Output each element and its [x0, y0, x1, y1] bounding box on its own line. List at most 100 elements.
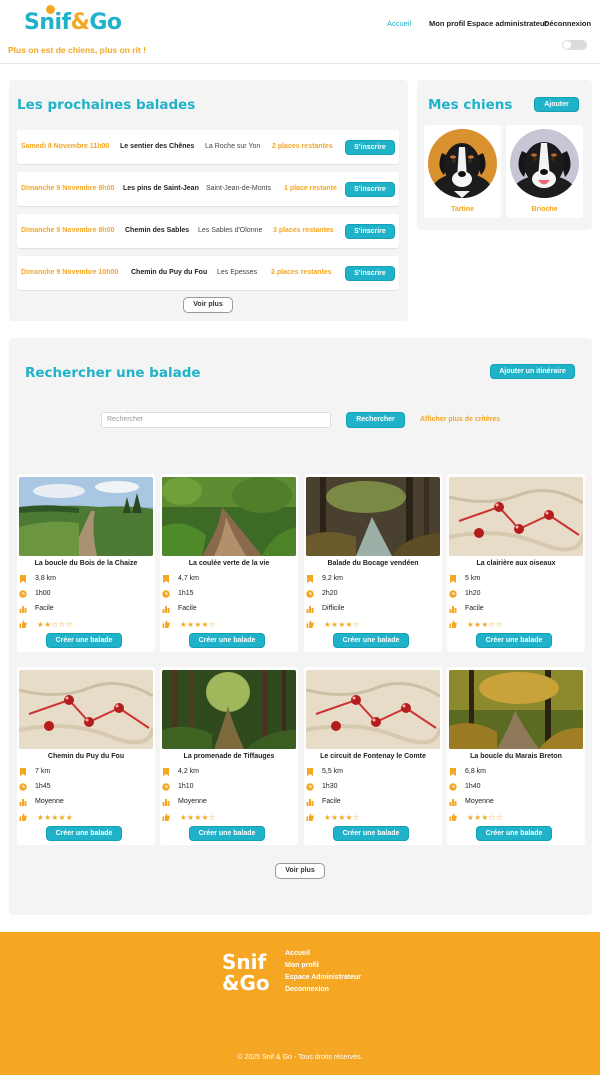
- walk-places: 3 places restantes: [273, 227, 334, 234]
- walk-city: La Roche sur Yon: [205, 143, 261, 150]
- search-button[interactable]: Rechercher: [346, 412, 405, 428]
- walk-card[interactable]: Chemin du Puy du Fou 7 km 1h45 Moyenne ★★★★★…: [17, 667, 155, 845]
- upcoming-more-button[interactable]: Voir plus: [183, 297, 233, 313]
- rating-stars: ★★★☆☆: [467, 620, 504, 629]
- nav-admin[interactable]: Espace administrateur: [467, 19, 547, 28]
- walk-card-title: La boucle du Bois de la Chaize: [34, 560, 138, 567]
- walk-card-image: [19, 477, 153, 556]
- difficulty-icon: [449, 799, 457, 806]
- walk-card-level-value: Facile: [35, 605, 54, 612]
- difficulty-icon: [19, 606, 27, 613]
- upcoming-title: Les prochaines balades: [17, 97, 196, 113]
- rating-stars: ★★★★☆: [180, 620, 217, 629]
- walk-card[interactable]: La boucle du Marais Breton 6,8 km 1h40 Moye…: [447, 667, 585, 845]
- footer-link-home[interactable]: Accueil: [285, 950, 310, 957]
- walk-city: Les Epesses: [217, 269, 258, 276]
- walk-card-duration-value: 2h20: [322, 590, 338, 597]
- create-walk-button[interactable]: Créer une balade: [46, 633, 122, 648]
- walk-card-level-value: Moyenne: [178, 798, 207, 805]
- walk-row: Dimanche 9 Novembre 9h00 Les pins de Sai…: [17, 172, 399, 206]
- register-button[interactable]: S'inscrire: [345, 140, 395, 155]
- logo-amp: &: [70, 10, 90, 35]
- walk-places: 2 places restantes: [272, 143, 333, 150]
- create-walk-button[interactable]: Créer une balade: [189, 633, 265, 648]
- difficulty-icon: [306, 799, 314, 806]
- rating-stars: ★★★★☆: [324, 620, 361, 629]
- nav-home[interactable]: Accueil: [387, 19, 411, 28]
- register-button[interactable]: S'inscrire: [345, 224, 395, 239]
- walk-card-distance-value: 6,8 km: [465, 768, 487, 775]
- brand-logo[interactable]: Snif&Go: [24, 5, 122, 35]
- walk-card-title: La promenade de Tiffauges: [183, 753, 275, 760]
- search-title: Rechercher une balade: [25, 365, 201, 381]
- walk-card[interactable]: Le circuit de Fontenay le Comte 5,5 km 1h3…: [304, 667, 442, 845]
- clock-icon: [19, 590, 27, 598]
- walk-card-title: Balade du Bocage vendéen: [327, 560, 419, 567]
- copyright: © 2025 Snif & Go - Tous droits réservés.: [237, 1054, 363, 1061]
- theme-toggle[interactable]: [562, 40, 587, 50]
- walk-date: Samedi 8 Novembre 11h00: [21, 143, 110, 150]
- walk-name: Chemin du Puy du Fou: [131, 269, 208, 276]
- rating-stars: ★★★★☆: [324, 813, 361, 822]
- walk-card-distance-value: 5 km: [465, 575, 481, 582]
- walk-row: Dimanche 9 Novembre 10h00 Chemin du Puy …: [17, 256, 399, 290]
- dog-card[interactable]: Brioche: [506, 125, 583, 218]
- register-button[interactable]: S'inscrire: [345, 266, 395, 281]
- add-dog-button[interactable]: Ajouter: [534, 97, 579, 112]
- more-criteria-link[interactable]: Afficher plus de critères: [420, 416, 500, 423]
- search-input[interactable]: Rechercher: [101, 412, 331, 428]
- walk-card[interactable]: La boucle du Bois de la Chaize 3,8 km 1h00…: [17, 474, 155, 652]
- nav-logout[interactable]: Déconnexion: [544, 19, 591, 28]
- walk-card-level-value: Facile: [465, 605, 484, 612]
- bookmark-icon: [20, 768, 26, 776]
- footer-link-admin[interactable]: Espace Administrateur: [285, 974, 361, 981]
- walk-card-duration-value: 1h10: [178, 783, 194, 790]
- walk-card[interactable]: La promenade de Tiffauges 4,2 km 1h10 Moyen…: [160, 667, 298, 845]
- walk-card[interactable]: La clairière aux oiseaux 5 km 1h20 Facile ★★…: [447, 474, 585, 652]
- add-itinerary-button[interactable]: Ajouter un itinéraire: [490, 364, 575, 379]
- rating-stars: ★★★☆☆: [467, 813, 504, 822]
- footer-link-logout[interactable]: Deconnexion: [285, 986, 329, 993]
- thumbs-up-icon: [306, 813, 314, 821]
- create-walk-button[interactable]: Créer une balade: [333, 826, 409, 841]
- dog-photo: [510, 129, 579, 198]
- thumbs-up-icon: [19, 620, 27, 628]
- walk-card-distance-value: 4,7 km: [178, 575, 200, 582]
- bookmark-icon: [307, 575, 313, 583]
- dog-name: Tartine: [451, 206, 474, 213]
- register-button[interactable]: S'inscrire: [345, 182, 395, 197]
- create-walk-button[interactable]: Créer une balade: [476, 826, 552, 841]
- walk-city: Les Sables d'Olonne: [198, 227, 263, 234]
- thumbs-up-icon: [449, 813, 457, 821]
- create-walk-button[interactable]: Créer une balade: [333, 633, 409, 648]
- walk-card-duration-value: 1h00: [35, 590, 51, 597]
- walk-card-distance-value: 3,8 km: [35, 575, 57, 582]
- walk-card-title: Chemin du Puy du Fou: [47, 753, 125, 760]
- walk-card[interactable]: La coulée verte de la vie 4,7 km 1h15 Facil…: [160, 474, 298, 652]
- footer-logo[interactable]: Snif &Go: [222, 952, 270, 994]
- walk-card-duration-value: 1h15: [178, 590, 194, 597]
- create-walk-button[interactable]: Créer une balade: [46, 826, 122, 841]
- walk-card-level-value: Difficile: [322, 605, 345, 612]
- clock-icon: [306, 590, 314, 598]
- nav-profile[interactable]: Mon profil: [429, 19, 465, 28]
- bookmark-icon: [307, 768, 313, 776]
- walk-card-level-value: Facile: [322, 798, 341, 805]
- walk-places: 2 places restantes: [271, 269, 332, 276]
- walk-card-image: [306, 670, 440, 749]
- create-walk-button[interactable]: Créer une balade: [476, 633, 552, 648]
- walk-card-level-value: Facile: [178, 605, 197, 612]
- thumbs-up-icon: [449, 620, 457, 628]
- footer-link-profile[interactable]: Mon profil: [285, 962, 319, 969]
- bookmark-icon: [450, 768, 456, 776]
- walk-card-image: [449, 670, 583, 749]
- clock-icon: [162, 590, 170, 598]
- walk-card[interactable]: Balade du Bocage vendéen 9,2 km 2h20 Diffic…: [304, 474, 442, 652]
- create-walk-button[interactable]: Créer une balade: [189, 826, 265, 841]
- dog-card[interactable]: Tartine: [424, 125, 501, 218]
- walk-card-duration-value: 1h30: [322, 783, 338, 790]
- difficulty-icon: [19, 799, 27, 806]
- site-header: Snif&Go Plus on est de chiens, plus on r…: [0, 0, 600, 64]
- search-more-button[interactable]: Voir plus: [275, 863, 325, 879]
- walk-card-image: [162, 670, 296, 749]
